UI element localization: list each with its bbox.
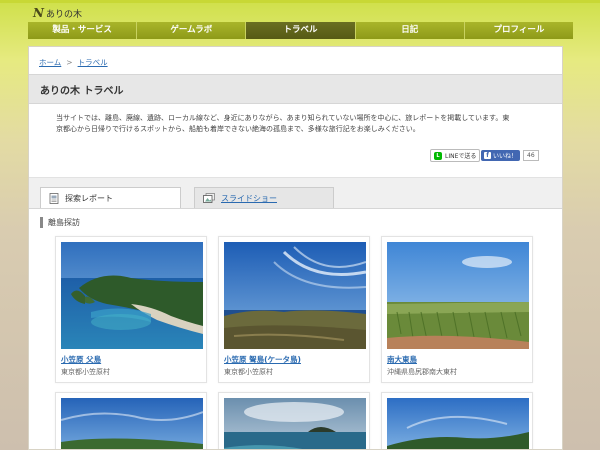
card-title[interactable]: 南大東島 [387, 354, 417, 365]
page-title: ありの木 トラベル [40, 86, 124, 97]
photo-row2-3[interactable] [387, 398, 529, 449]
photo-row2-2[interactable] [224, 398, 366, 449]
intro-text: 当サイトでは、離島、廃線、遺跡、ローカル線など、身近にありながら、あまり知られて… [56, 113, 546, 135]
slideshow-icon [203, 193, 215, 203]
card-row2-2[interactable] [218, 392, 370, 449]
breadcrumb-travel-link[interactable]: トラベル [78, 58, 108, 67]
top-accent-line [0, 0, 600, 3]
breadcrumb-separator: > [66, 58, 73, 67]
logo-text: ありの木 [45, 9, 82, 20]
nav-item-products[interactable]: 製品・サービス [28, 22, 138, 39]
card-location: 東京都小笠原村 [61, 368, 110, 376]
line-share-button[interactable]: L LINEで送る [430, 149, 481, 162]
facebook-icon: f [484, 151, 491, 159]
card-mukojima[interactable]: 小笠原 聟島(ケータ島) 東京都小笠原村 [218, 236, 370, 383]
section-heading: 離島探訪 [40, 217, 80, 228]
photo-row2-1[interactable] [61, 398, 203, 449]
photo-chichijima[interactable] [61, 242, 203, 349]
photo-mukojima[interactable] [224, 242, 366, 349]
section-marker [40, 217, 43, 228]
tab-slideshow[interactable]: スライドショー [194, 187, 334, 208]
logo-mark: N [33, 6, 44, 20]
breadcrumb-home-link[interactable]: ホーム [39, 58, 61, 67]
card-row2-1[interactable] [55, 392, 207, 449]
section-title: 離島探訪 [48, 218, 80, 227]
main-nav: 製品・サービス ゲームラボ トラベル 日記 プロフィール [28, 22, 574, 39]
card-location: 東京都小笠原村 [224, 368, 273, 376]
tab-slideshow-label: スライドショー [221, 193, 277, 203]
card-minamidaito[interactable]: 南大東島 沖縄県島尻郡南大東村 [381, 236, 533, 383]
facebook-like-widget: f いいね！ 46 [481, 149, 539, 161]
facebook-like-count: 46 [523, 149, 539, 161]
card-title[interactable]: 小笠原 聟島(ケータ島) [224, 354, 301, 365]
nav-item-profile[interactable]: プロフィール [464, 22, 574, 39]
line-icon: L [434, 151, 442, 160]
tab-report[interactable]: 探索レポート [40, 187, 181, 208]
nav-item-gamelab[interactable]: ゲームラボ [137, 22, 247, 39]
card-chichijima[interactable]: 小笠原 父島 東京都小笠原村 [55, 236, 207, 383]
nav-item-travel[interactable]: トラベル [246, 22, 356, 39]
card-row2-3[interactable] [381, 392, 533, 449]
facebook-like-label: いいね！ [493, 152, 518, 160]
intro-line-1: 当サイトでは、離島、廃線、遺跡、ローカル線など、身近にありながら、あまり知られて… [56, 114, 510, 122]
photo-minamidaito[interactable] [387, 242, 529, 349]
line-share-label: LINEで送る [445, 153, 477, 160]
card-title[interactable]: 小笠原 父島 [61, 354, 101, 365]
intro-line-2: 京都心から日帰りで行けるスポットから、船舶も着岸できない絶海の孤島まで、多様な旅… [56, 125, 420, 133]
site-logo[interactable]: N ありの木 [33, 5, 82, 21]
card-location: 沖縄県島尻郡南大東村 [387, 368, 457, 376]
tab-report-label: 探索レポート [65, 193, 113, 203]
document-icon [49, 192, 59, 204]
title-bar: ありの木 トラベル [29, 74, 562, 104]
facebook-like-button[interactable]: f いいね！ [481, 149, 521, 161]
content-panel: ホーム > トラベル ありの木 トラベル 当サイトでは、離島、廃線、遺跡、ローカル線… [28, 46, 563, 450]
breadcrumb: ホーム > トラベル [39, 57, 108, 68]
nav-item-diary[interactable]: 日記 [355, 22, 465, 39]
tab-bar: 探索レポート スライドショー [29, 177, 562, 209]
